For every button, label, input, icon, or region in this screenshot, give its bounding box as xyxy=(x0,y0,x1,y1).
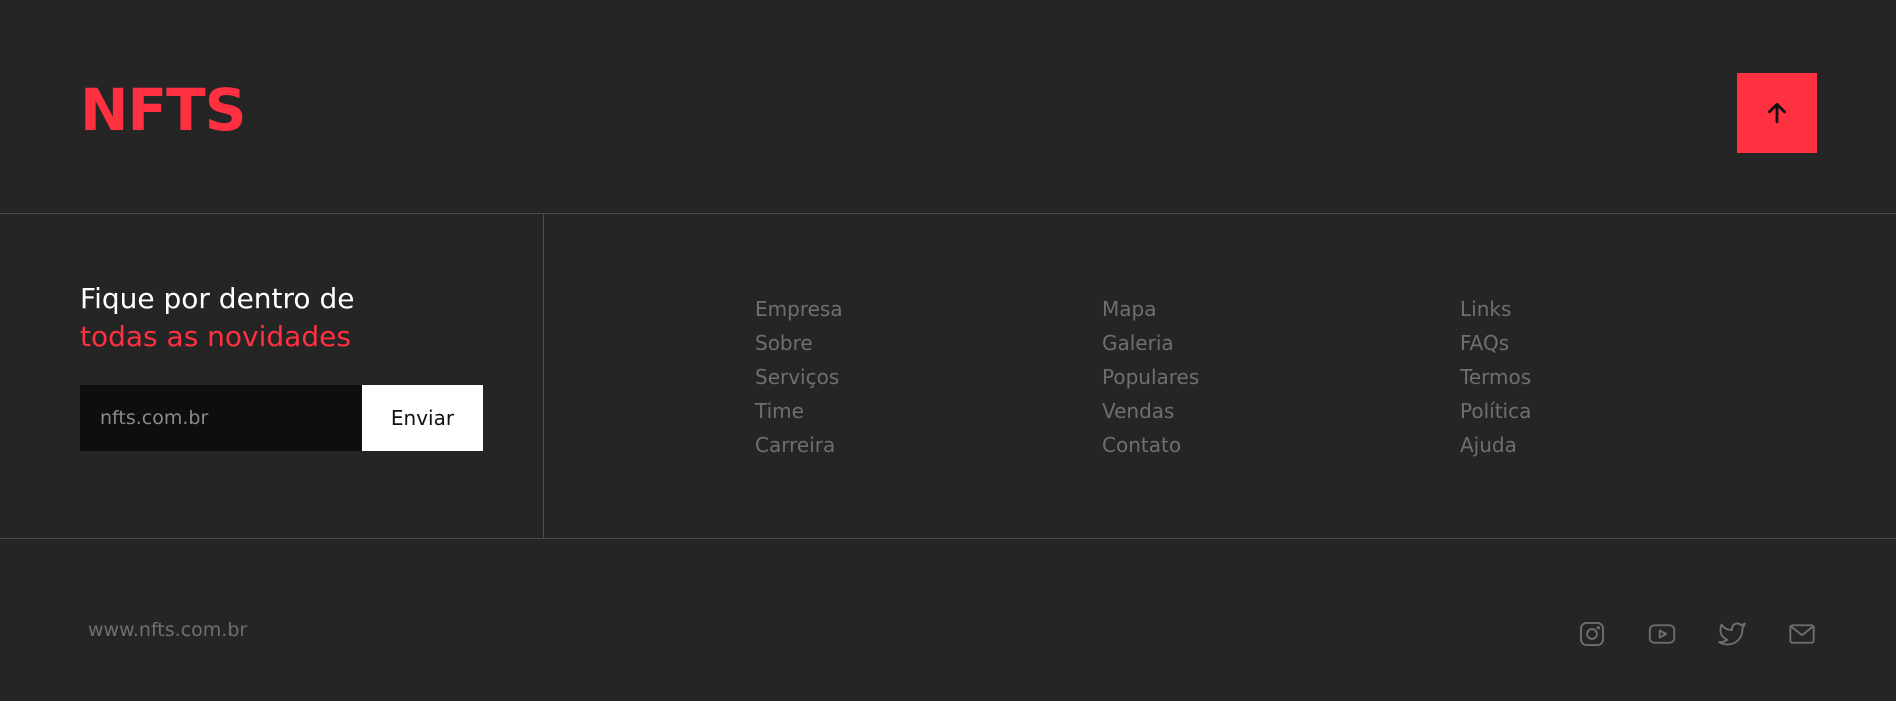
link-time[interactable]: Time xyxy=(755,394,1102,428)
link-termos[interactable]: Termos xyxy=(1460,360,1660,394)
links-column-2: Mapa Galeria Populares Vendas Contato xyxy=(1102,292,1460,462)
social-links xyxy=(1577,619,1817,649)
twitter-link[interactable] xyxy=(1717,619,1747,649)
footer-links: Empresa Sobre Serviços Time Carreira Map… xyxy=(755,292,1660,462)
mail-icon xyxy=(1789,624,1815,644)
link-ajuda[interactable]: Ajuda xyxy=(1460,428,1660,462)
newsletter-form: Enviar xyxy=(80,385,483,451)
links-column-1: Empresa Sobre Serviços Time Carreira xyxy=(755,292,1102,462)
logo: NFTS xyxy=(80,76,246,144)
newsletter-email-input[interactable] xyxy=(80,385,362,451)
mail-link[interactable] xyxy=(1787,619,1817,649)
link-faqs[interactable]: FAQs xyxy=(1460,326,1660,360)
link-empresa[interactable]: Empresa xyxy=(755,292,1102,326)
site-url: www.nfts.com.br xyxy=(88,619,248,641)
instagram-link[interactable] xyxy=(1577,619,1607,649)
footer-top: NFTS xyxy=(0,0,1896,214)
newsletter-section: Fique por dentro de todas as novidades E… xyxy=(0,214,544,538)
newsletter-title-line2: todas as novidades xyxy=(80,320,351,353)
link-galeria[interactable]: Galeria xyxy=(1102,326,1460,360)
link-links[interactable]: Links xyxy=(1460,292,1660,326)
scroll-to-top-button[interactable] xyxy=(1737,73,1817,153)
newsletter-title: Fique por dentro de todas as novidades xyxy=(80,280,354,356)
link-vendas[interactable]: Vendas xyxy=(1102,394,1460,428)
link-mapa[interactable]: Mapa xyxy=(1102,292,1460,326)
link-sobre[interactable]: Sobre xyxy=(755,326,1102,360)
youtube-icon xyxy=(1648,624,1676,644)
link-carreira[interactable]: Carreira xyxy=(755,428,1102,462)
link-contato[interactable]: Contato xyxy=(1102,428,1460,462)
arrow-up-icon xyxy=(1768,102,1786,124)
links-column-3: Links FAQs Termos Política Ajuda xyxy=(1460,292,1660,462)
link-servicos[interactable]: Serviços xyxy=(755,360,1102,394)
link-politica[interactable]: Política xyxy=(1460,394,1660,428)
newsletter-submit-button[interactable]: Enviar xyxy=(362,385,483,451)
twitter-icon xyxy=(1718,622,1746,646)
instagram-icon xyxy=(1579,621,1605,647)
footer-middle: Fique por dentro de todas as novidades E… xyxy=(0,214,1896,539)
newsletter-title-line1: Fique por dentro de xyxy=(80,282,355,315)
youtube-link[interactable] xyxy=(1647,619,1677,649)
link-populares[interactable]: Populares xyxy=(1102,360,1460,394)
footer-bottom: www.nfts.com.br xyxy=(0,539,1896,701)
